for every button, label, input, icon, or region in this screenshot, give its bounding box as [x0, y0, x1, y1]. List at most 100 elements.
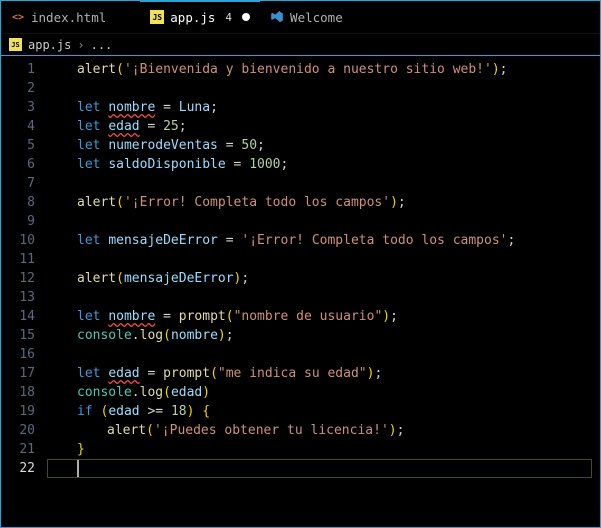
token-fn: alert [77, 62, 116, 77]
line-number: 21 [1, 440, 35, 459]
token-op: = [218, 138, 241, 153]
token-p: { [202, 404, 210, 419]
token-v: Luna [179, 100, 210, 115]
code-line[interactable]: } [47, 440, 600, 459]
token-p: ) [202, 385, 210, 400]
token-k: let [77, 366, 108, 381]
token-op: = [140, 119, 163, 134]
token-op: ; [257, 138, 265, 153]
token-k: let [77, 157, 108, 172]
code-line[interactable] [47, 174, 600, 193]
token-p: ( [116, 271, 124, 286]
token-v: numerodeVentas [108, 138, 218, 153]
code-line[interactable]: let saldoDisponible = 1000; [47, 155, 600, 174]
token-v: edad [108, 119, 139, 134]
line-number: 19 [1, 402, 35, 421]
js-icon: JS [150, 10, 164, 24]
code-line[interactable]: let numerodeVentas = 50; [47, 136, 600, 155]
line-number: 16 [1, 345, 35, 364]
token-p: ( [116, 195, 124, 210]
line-number: 15 [1, 326, 35, 345]
text-cursor [77, 460, 79, 477]
token-op: . [132, 328, 140, 343]
token-k: let [77, 309, 108, 324]
code-line[interactable]: alert('¡Bienvenida y bienvenido a nuestr… [47, 60, 600, 79]
tab-bar: <> index.html JS app.js 4 Welcome [1, 1, 600, 34]
html5-icon: <> [11, 10, 25, 24]
code-line[interactable]: let edad = 25; [47, 117, 600, 136]
token-obj: console [77, 328, 132, 343]
token-op: >= [140, 404, 171, 419]
tab-label: Welcome [290, 10, 343, 25]
token-v: mensajeDeError [124, 271, 234, 286]
token-op: ; [500, 62, 508, 77]
token-k: let [77, 233, 108, 248]
line-number: 17 [1, 364, 35, 383]
line-number: 10 [1, 231, 35, 250]
token-s: '¡Puedes obtener tu licencia!' [154, 423, 389, 438]
token-v: nombre [108, 100, 155, 115]
code-line[interactable] [47, 288, 600, 307]
token-v: nombre [108, 309, 155, 324]
code-line[interactable]: let nombre = prompt("nombre de usuario")… [47, 307, 600, 326]
token-p: ) [389, 423, 397, 438]
token-n: 1000 [249, 157, 280, 172]
token-fn: alert [77, 195, 116, 210]
vscode-icon [270, 10, 284, 24]
token-n: 50 [241, 138, 257, 153]
token-p: ( [163, 385, 171, 400]
token-op: = [155, 100, 178, 115]
token-p: ) [390, 195, 398, 210]
code-line[interactable]: alert('¡Error! Completa todo los campos'… [47, 193, 600, 212]
token-op: = [218, 233, 241, 248]
code-line[interactable]: let mensajeDeError = '¡Error! Completa t… [47, 231, 600, 250]
token-p: ( [116, 62, 124, 77]
tab-app-js[interactable]: JS app.js 4 [140, 1, 260, 33]
line-number: 4 [1, 117, 35, 136]
token-op: ; [397, 423, 405, 438]
line-number: 14 [1, 307, 35, 326]
token-fn: log [140, 328, 163, 343]
breadcrumb[interactable]: JS app.js › ... [1, 34, 600, 56]
dirty-indicator-icon [242, 13, 250, 21]
tab-welcome[interactable]: Welcome [260, 1, 377, 33]
code-line[interactable]: console.log(edad) [47, 383, 600, 402]
code-area[interactable]: alert('¡Bienvenida y bienvenido a nuestr… [47, 56, 600, 527]
token-p: } [77, 442, 85, 457]
token-p: ( [146, 423, 154, 438]
tab-index-html[interactable]: <> index.html [1, 1, 140, 33]
code-line[interactable]: let nombre = Luna; [47, 98, 600, 117]
code-line[interactable]: alert('¡Puedes obtener tu licencia!'); [47, 421, 600, 440]
token-p: ) [492, 62, 500, 77]
token-v: edad [171, 385, 202, 400]
token-s: "me indica su edad" [218, 366, 367, 381]
token-op: . [132, 385, 140, 400]
line-number: 20 [1, 421, 35, 440]
line-number: 5 [1, 136, 35, 155]
code-line[interactable] [47, 79, 600, 98]
token-k: let [77, 138, 108, 153]
token-op: = [226, 157, 249, 172]
token-v: edad [108, 404, 139, 419]
code-line[interactable] [47, 345, 600, 364]
code-line[interactable]: let edad = prompt("me indica su edad"); [47, 364, 600, 383]
token-op: ; [390, 309, 398, 324]
line-number: 3 [1, 98, 35, 117]
code-line[interactable]: if (edad >= 18) { [47, 402, 600, 421]
token-fn: log [140, 385, 163, 400]
code-line[interactable]: alert(mensajeDeError); [47, 269, 600, 288]
code-line[interactable]: console.log(nombre); [47, 326, 600, 345]
token-s: "nombre de usuario" [234, 309, 383, 324]
tab-label: index.html [31, 10, 106, 25]
line-number: 13 [1, 288, 35, 307]
token-s: '¡Error! Completa todo los campos' [241, 233, 507, 248]
breadcrumb-trail: ... [91, 38, 113, 52]
code-editor[interactable]: 12345678910111213141516171819202122 aler… [1, 56, 600, 527]
token-op: ; [374, 366, 382, 381]
line-number: 22 [1, 459, 35, 478]
code-line[interactable] [47, 459, 600, 478]
line-number: 8 [1, 193, 35, 212]
code-line[interactable] [47, 212, 600, 231]
token-fn: prompt [179, 309, 226, 324]
code-line[interactable] [47, 250, 600, 269]
